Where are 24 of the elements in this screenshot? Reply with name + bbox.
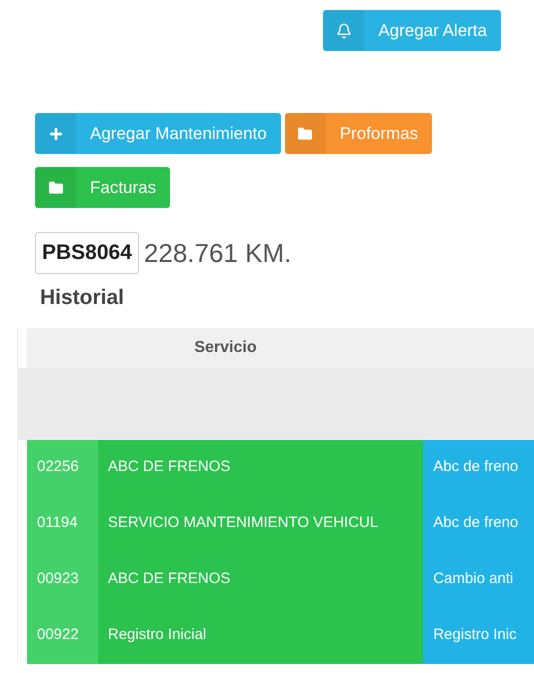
section-title: Historial bbox=[39, 285, 126, 311]
table-cell: SERVICIO MANTENIMIENTO VEHICUL bbox=[98, 496, 424, 552]
table-cell: ABC DE FRENOS bbox=[98, 440, 424, 496]
table-cell: ABC DE FRENOS bbox=[98, 552, 424, 608]
table-cell: Abc de freno bbox=[423, 440, 534, 496]
action-button[interactable]: Agregar Mantenimiento bbox=[35, 113, 281, 154]
table-cell: Abc de freno bbox=[423, 496, 534, 552]
table-cell: Cambio anti bbox=[423, 552, 534, 608]
table-cell: Registro Inicial bbox=[98, 608, 424, 664]
folder-icon bbox=[297, 126, 314, 142]
table-cell: 01194 bbox=[27, 496, 98, 552]
table-cell: 00923 bbox=[27, 552, 98, 608]
mileage-text: 228.761 KM. bbox=[144, 236, 292, 270]
action-button[interactable]: Facturas bbox=[35, 167, 170, 208]
bell-icon bbox=[336, 22, 352, 38]
plate-badge: PBS8064 bbox=[35, 232, 139, 274]
table-cell: 00922 bbox=[27, 608, 98, 664]
folder-icon bbox=[48, 180, 64, 196]
plus-icon bbox=[48, 126, 64, 142]
column-header: Servicio bbox=[193, 338, 258, 358]
table-cell: 02256 bbox=[27, 440, 98, 496]
action-button[interactable]: Agregar Alerta bbox=[323, 10, 501, 51]
action-button[interactable]: Proformas bbox=[284, 113, 432, 154]
table-cell: Registro Inic bbox=[423, 608, 534, 664]
